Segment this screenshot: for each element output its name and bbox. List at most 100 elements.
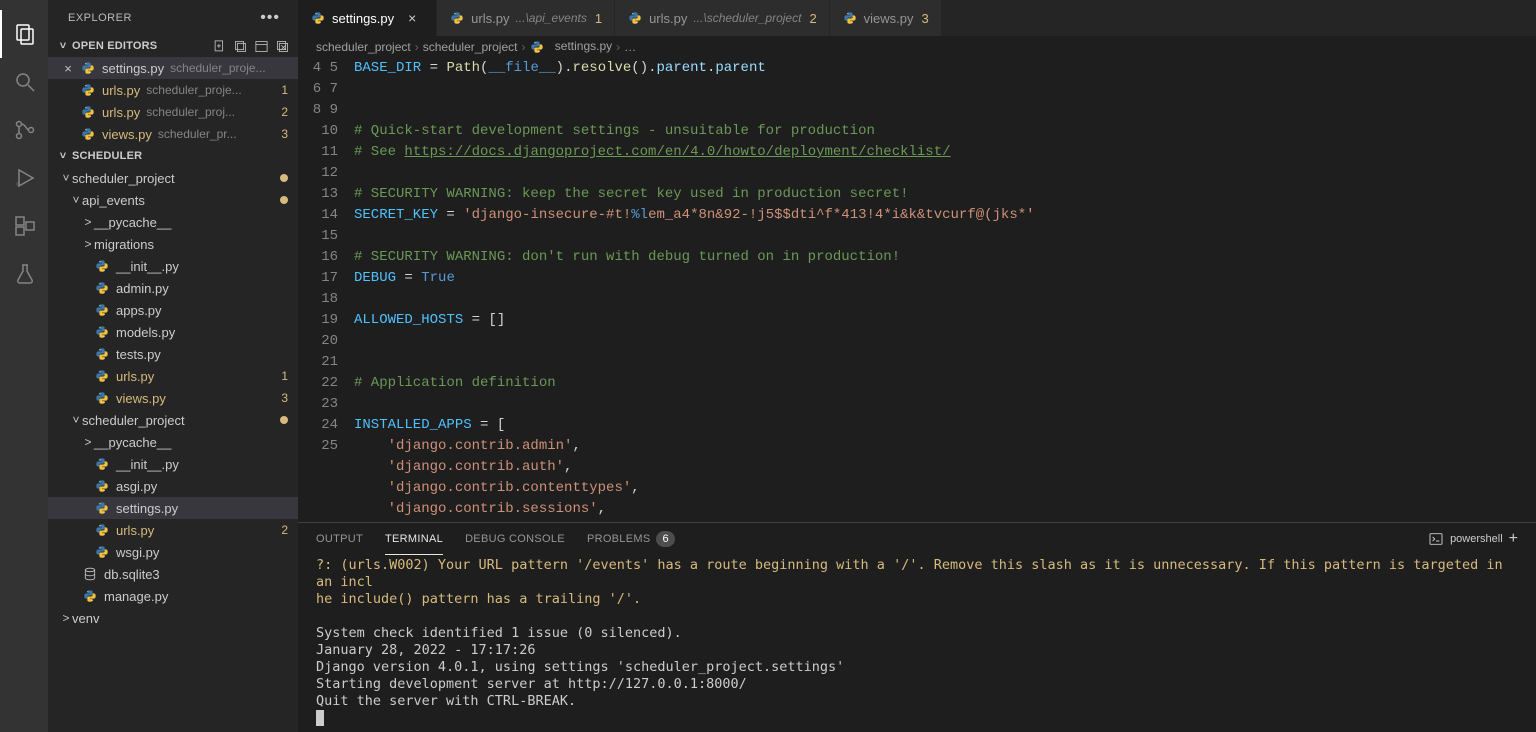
tree-item-label: __pycache__ <box>94 435 171 450</box>
file-item[interactable]: settings.py <box>48 497 298 519</box>
tree-item-label: asgi.py <box>116 479 157 494</box>
file-item[interactable]: manage.py <box>48 585 298 607</box>
panel-tab-problems[interactable]: PROBLEMS6 <box>587 527 675 551</box>
activity-debug-icon[interactable] <box>0 154 48 202</box>
folder-item[interactable]: >migrations <box>48 233 298 255</box>
tree-item-label: urls.py <box>116 523 154 538</box>
twist-icon: > <box>82 215 94 229</box>
open-editor-item[interactable]: urls.pyscheduler_proj...2 <box>48 101 298 123</box>
python-file-icon <box>627 10 643 26</box>
python-file-icon <box>94 544 110 560</box>
python-file-icon <box>94 478 110 494</box>
tree-item-label: scheduler_project <box>82 413 185 428</box>
close-all-icon[interactable] <box>275 39 290 54</box>
editor-badge: 1 <box>281 83 288 97</box>
file-item[interactable]: admin.py <box>48 277 298 299</box>
workspace-header[interactable]: ˅ SCHEDULER <box>48 145 298 167</box>
add-terminal-icon[interactable]: + <box>1509 530 1518 548</box>
tab-label: urls.py <box>649 11 687 26</box>
code-content[interactable]: BASE_DIR = Path(__file__).resolve().pare… <box>354 58 1536 522</box>
breadcrumb[interactable]: scheduler_project › scheduler_project › set… <box>298 36 1536 58</box>
file-item[interactable]: apps.py <box>48 299 298 321</box>
editor-area: settings.py×urls.py...\api_events1urls.p… <box>298 0 1536 732</box>
panel-tabs: OUTPUT TERMINAL DEBUG CONSOLE PROBLEMS6 powe… <box>298 523 1536 555</box>
file-item[interactable]: views.py 3 <box>48 387 298 409</box>
activity-explorer-icon[interactable] <box>0 10 48 58</box>
close-icon[interactable]: × <box>60 61 76 76</box>
shell-name[interactable]: powershell <box>1450 533 1503 545</box>
twist-icon: ˅ <box>70 413 82 427</box>
python-file-icon <box>94 324 110 340</box>
panel-tab-output[interactable]: OUTPUT <box>316 529 363 549</box>
folder-item[interactable]: ˅scheduler_project <box>48 167 298 189</box>
open-editor-item[interactable]: views.pyscheduler_pr...3 <box>48 123 298 145</box>
file-item[interactable]: tests.py <box>48 343 298 365</box>
activity-extensions-icon[interactable] <box>0 202 48 250</box>
file-name: urls.py <box>102 83 140 98</box>
editor-tab[interactable]: views.py3 <box>830 0 942 36</box>
open-editors-list: ×settings.pyscheduler_proje...urls.pysch… <box>48 57 298 145</box>
code-editor[interactable]: 4 5 6 7 8 9 10 11 12 13 14 15 16 17 18 1… <box>298 58 1536 522</box>
twist-icon: > <box>60 611 72 625</box>
file-item[interactable]: __init__.py <box>48 255 298 277</box>
tree-item-label: scheduler_project <box>72 171 175 186</box>
folder-item[interactable]: ˅scheduler_project <box>48 409 298 431</box>
terminal-cursor <box>316 710 324 726</box>
editor-tab[interactable]: urls.py...\scheduler_project2 <box>615 0 830 36</box>
new-file-icon[interactable] <box>212 39 227 54</box>
file-tree: ˅scheduler_project˅api_events>__pycache_… <box>48 167 298 732</box>
line-number-gutter: 4 5 6 7 8 9 10 11 12 13 14 15 16 17 18 1… <box>298 58 354 522</box>
activity-search-icon[interactable] <box>0 58 48 106</box>
file-item[interactable]: db.sqlite3 <box>48 563 298 585</box>
open-editor-item[interactable]: urls.pyscheduler_proje...1 <box>48 79 298 101</box>
python-file-icon <box>80 126 96 142</box>
panel-tab-terminal[interactable]: TERMINAL <box>385 529 443 549</box>
breadcrumb-separator: › <box>616 40 620 54</box>
python-file-icon <box>842 10 858 26</box>
close-icon[interactable]: × <box>404 10 420 26</box>
file-item[interactable]: models.py <box>48 321 298 343</box>
python-file-icon <box>82 588 98 604</box>
editor-tab[interactable]: urls.py...\api_events1 <box>437 0 615 36</box>
file-badge: 3 <box>281 391 288 405</box>
activity-scm-icon[interactable] <box>0 106 48 154</box>
terminal-output[interactable]: ?: (urls.W002) Your URL pattern '/events… <box>298 555 1536 732</box>
folder-item[interactable]: >__pycache__ <box>48 211 298 233</box>
folder-item[interactable]: ˅api_events <box>48 189 298 211</box>
tree-item-label: admin.py <box>116 281 169 296</box>
twist-icon: ˅ <box>70 193 82 207</box>
tab-hint: ...\api_events <box>515 11 586 25</box>
panel-tab-debug-console[interactable]: DEBUG CONSOLE <box>465 529 565 549</box>
tree-item-label: db.sqlite3 <box>104 567 160 582</box>
workspace-label: SCHEDULER <box>72 150 142 162</box>
twist-icon: > <box>82 237 94 251</box>
save-all-icon[interactable] <box>233 39 248 54</box>
open-editor-item[interactable]: ×settings.pyscheduler_proje... <box>48 57 298 79</box>
activity-testing-icon[interactable] <box>0 250 48 298</box>
file-item[interactable]: wsgi.py <box>48 541 298 563</box>
layout-icon[interactable] <box>254 39 269 54</box>
breadcrumb-item[interactable]: scheduler_project <box>316 40 411 54</box>
open-editors-header[interactable]: ˅ OPEN EDITORS <box>48 35 298 57</box>
folder-item[interactable]: >__pycache__ <box>48 431 298 453</box>
tree-item-label: manage.py <box>104 589 168 604</box>
explorer-title-label: EXPLORER <box>68 12 132 24</box>
folder-item[interactable]: >venv <box>48 607 298 629</box>
python-file-icon <box>310 10 326 26</box>
python-file-icon <box>94 280 110 296</box>
explorer-sidebar: EXPLORER ••• ˅ OPEN EDITORS ×settings.py… <box>48 0 298 732</box>
breadcrumb-separator: › <box>415 40 419 54</box>
breadcrumb-item[interactable]: settings.py <box>529 39 612 55</box>
modified-dot-icon <box>280 416 288 424</box>
file-item[interactable]: urls.py1 <box>48 365 298 387</box>
file-item[interactable]: asgi.py <box>48 475 298 497</box>
explorer-more-icon[interactable]: ••• <box>260 9 280 27</box>
file-item[interactable]: urls.py2 <box>48 519 298 541</box>
breadcrumb-item[interactable]: … <box>624 40 636 54</box>
tree-item-label: venv <box>72 611 99 626</box>
breadcrumb-item[interactable]: scheduler_project <box>423 40 518 54</box>
tree-item-label: views.py <box>116 391 166 406</box>
editor-tab[interactable]: settings.py× <box>298 0 437 36</box>
file-item[interactable]: __init__.py <box>48 453 298 475</box>
python-file-icon <box>94 500 110 516</box>
